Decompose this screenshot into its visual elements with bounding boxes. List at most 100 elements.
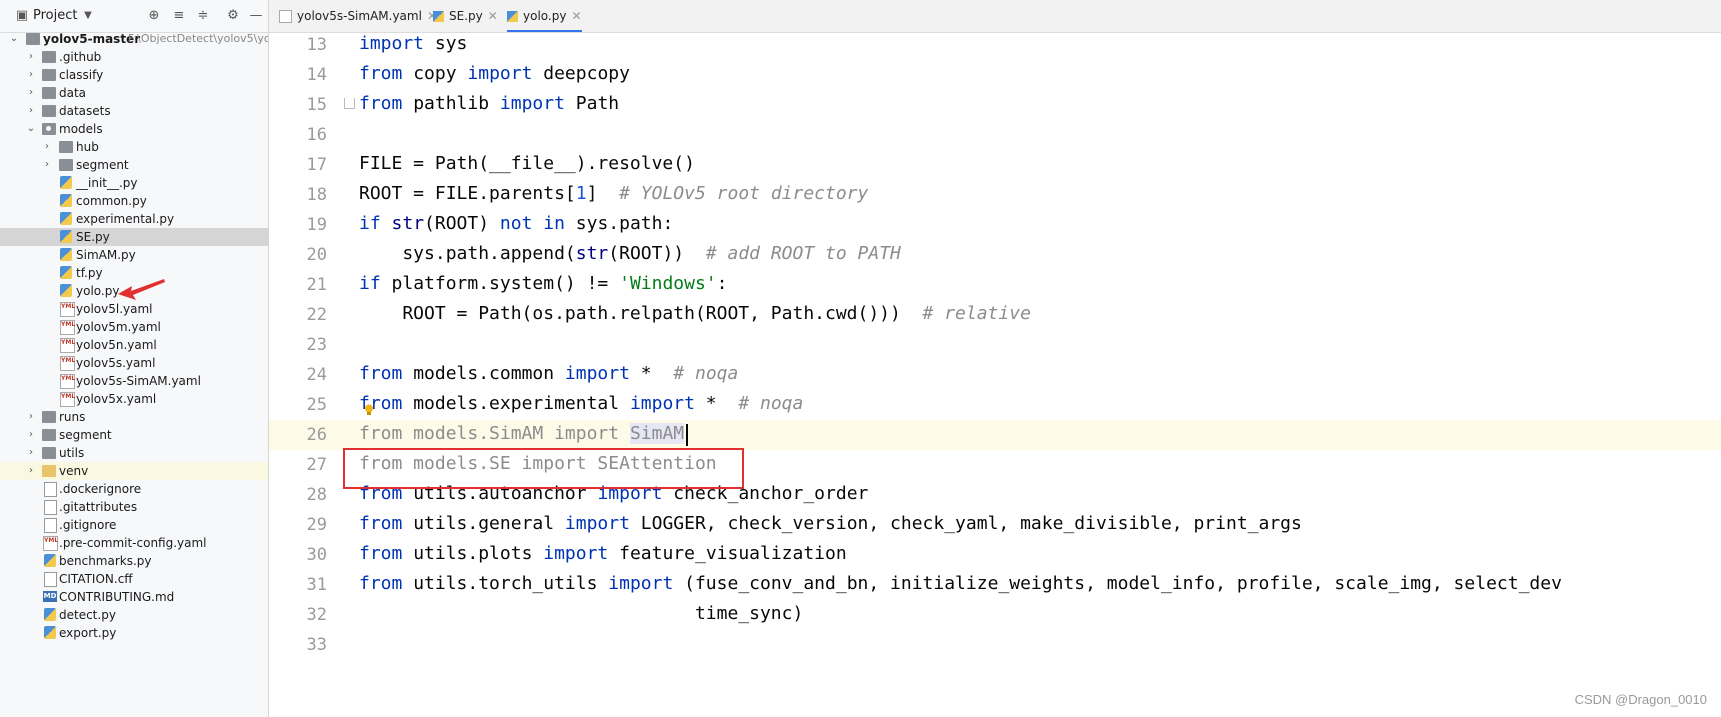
tree-item-citation[interactable]: CITATION.cff (0, 570, 268, 588)
tree-item-label: datasets (59, 104, 111, 118)
lightbulb-icon[interactable] (364, 404, 374, 416)
chevron-down-icon[interactable]: ⌄ (26, 120, 36, 138)
tree-item-contributing-md[interactable]: MD CONTRIBUTING.md (0, 588, 268, 606)
tree-item-data[interactable]: › data (0, 84, 268, 102)
code-line[interactable]: from utils.plots import feature_visualiz… (359, 543, 847, 564)
tree-item-label: .gitignore (59, 518, 117, 532)
python-file-icon (44, 626, 56, 639)
yaml-file-icon: YML (60, 302, 75, 317)
folder-icon (42, 69, 56, 81)
code-line[interactable]: import sys (359, 33, 467, 54)
chevron-right-icon[interactable]: › (26, 462, 36, 480)
code-line[interactable]: time_sync) (359, 603, 803, 624)
chevron-right-icon[interactable]: › (26, 66, 36, 84)
tree-item-label: yolov5s-SimAM.yaml (76, 374, 201, 388)
line-number: 31 (306, 575, 327, 595)
chevron-right-icon[interactable]: › (26, 426, 36, 444)
code-line[interactable]: sys.path.append(str(ROOT)) # add ROOT to… (359, 243, 901, 264)
tree-item-datasets[interactable]: › datasets (0, 102, 268, 120)
tab-label: yolo.py (523, 9, 567, 23)
tree-item-export-py[interactable]: export.py (0, 624, 268, 642)
tree-item-se-py[interactable]: SE.py (0, 228, 268, 246)
line-number: 20 (306, 245, 327, 265)
expand-all-icon[interactable]: ≡ (171, 8, 187, 24)
tree-item-detect-py[interactable]: detect.py (0, 606, 268, 624)
tree-item-dockerignore[interactable]: .dockerignore (0, 480, 268, 498)
tree-item-gitattributes[interactable]: .gitattributes (0, 498, 268, 516)
tree-item-benchmarks-py[interactable]: benchmarks.py (0, 552, 268, 570)
code-line[interactable]: ROOT = Path(os.path.relpath(ROOT, Path.c… (359, 303, 1031, 324)
chevron-down-icon[interactable]: ▼ (80, 8, 96, 24)
code-line[interactable]: ROOT = FILE.parents[1] # YOLOv5 root dir… (359, 183, 868, 204)
tree-item-label: benchmarks.py (59, 554, 152, 568)
chevron-right-icon[interactable]: › (26, 84, 36, 102)
line-number: 32 (306, 605, 327, 625)
tree-item-common-py[interactable]: common.py (0, 192, 268, 210)
tree-item-utils[interactable]: › utils (0, 444, 268, 462)
tree-item-hub[interactable]: › hub (0, 138, 268, 156)
tab-se-py[interactable]: SE.py ✕ (433, 0, 498, 32)
code-line[interactable]: from copy import deepcopy (359, 63, 630, 84)
folder-icon (42, 447, 56, 459)
code-line[interactable]: if platform.system() != 'Windows': (359, 273, 728, 294)
tab-yolov5s-simam-yaml[interactable]: yolov5s-SimAM.yaml ✕ (279, 0, 437, 32)
code-line[interactable]: from pathlib import Path (359, 93, 619, 114)
collapse-all-icon[interactable]: ≑ (195, 8, 211, 24)
tree-item-runs[interactable]: › runs (0, 408, 268, 426)
close-icon[interactable]: ✕ (571, 9, 581, 23)
line-number: 25 (306, 395, 327, 415)
chevron-right-icon[interactable]: › (26, 102, 36, 120)
tree-item-yolov5x-yaml[interactable]: YML yolov5x.yaml (0, 390, 268, 408)
close-icon[interactable]: ✕ (488, 9, 498, 23)
tab-yolo-py[interactable]: yolo.py ✕ (507, 0, 582, 32)
code-line[interactable]: from models.experimental import * # noqa (359, 393, 803, 414)
project-view-selector[interactable]: Project (33, 8, 77, 23)
markdown-file-icon: MD (43, 591, 57, 602)
chevron-down-icon[interactable]: ⌄ (9, 30, 19, 48)
tree-item-segment-root[interactable]: › segment (0, 426, 268, 444)
code-line[interactable]: from models.common import * # noqa (359, 363, 738, 384)
tree-item-label: runs (59, 410, 86, 424)
folder-icon (59, 141, 73, 153)
tree-item-pre-commit-config[interactable]: YML .pre-commit-config.yaml (0, 534, 268, 552)
tree-item-experimental-py[interactable]: experimental.py (0, 210, 268, 228)
tree-item-simam-py[interactable]: SimAM.py (0, 246, 268, 264)
tree-item-segment[interactable]: › segment (0, 156, 268, 174)
locate-file-icon[interactable]: ⊕ (146, 8, 162, 24)
tree-item-label: __init__.py (76, 176, 138, 190)
chevron-right-icon[interactable]: › (26, 408, 36, 426)
chevron-right-icon[interactable]: › (26, 444, 36, 462)
tree-item-label: yolov5x.yaml (76, 392, 157, 406)
folder-icon (42, 411, 56, 423)
tree-item-venv[interactable]: › venv (0, 462, 268, 480)
code-line[interactable]: from models.SimAM import SimAM (359, 423, 685, 444)
tree-item-yolov5m-yaml[interactable]: YML yolov5m.yaml (0, 318, 268, 336)
annotation-highlight-box (343, 448, 744, 489)
tree-item-gitignore[interactable]: .gitignore (0, 516, 268, 534)
tree-item-yolov5s-yaml[interactable]: YML yolov5s.yaml (0, 354, 268, 372)
tree-item-models[interactable]: ⌄ models (0, 120, 268, 138)
line-number: 30 (306, 545, 327, 565)
gear-icon[interactable]: ⚙ (225, 8, 241, 24)
tree-item-classify[interactable]: › classify (0, 66, 268, 84)
line-number: 15 (306, 95, 327, 115)
tree-item-init-py[interactable]: __init__.py (0, 174, 268, 192)
python-file-icon (44, 554, 56, 567)
tree-item-yolov5s-simam-yaml[interactable]: YML yolov5s-SimAM.yaml (0, 372, 268, 390)
chevron-right-icon[interactable]: › (42, 156, 52, 174)
code-line[interactable]: from utils.torch_utils import (fuse_conv… (359, 573, 1562, 594)
code-line[interactable]: from utils.general import LOGGER, check_… (359, 513, 1302, 534)
chevron-right-icon[interactable]: › (42, 138, 52, 156)
tree-item-github[interactable]: › .github (0, 48, 268, 66)
python-file-icon (60, 284, 72, 297)
code-line[interactable]: if str(ROOT) not in sys.path: (359, 213, 673, 234)
hide-panel-icon[interactable]: — (248, 8, 264, 24)
tree-item-yolov5l-yaml[interactable]: YML yolov5l.yaml (0, 300, 268, 318)
chevron-right-icon[interactable]: › (26, 48, 36, 66)
code-line[interactable]: FILE = Path(__file__).resolve() (359, 153, 695, 174)
tree-root-yolov5-master[interactable]: ⌄ yolov5-master F:\ObjectDetect\yolov5\y… (0, 30, 268, 48)
tree-item-yolov5n-yaml[interactable]: YML yolov5n.yaml (0, 336, 268, 354)
fold-marker-icon[interactable] (344, 98, 355, 109)
yaml-file-icon: YML (60, 320, 75, 335)
line-number: 14 (306, 65, 327, 85)
